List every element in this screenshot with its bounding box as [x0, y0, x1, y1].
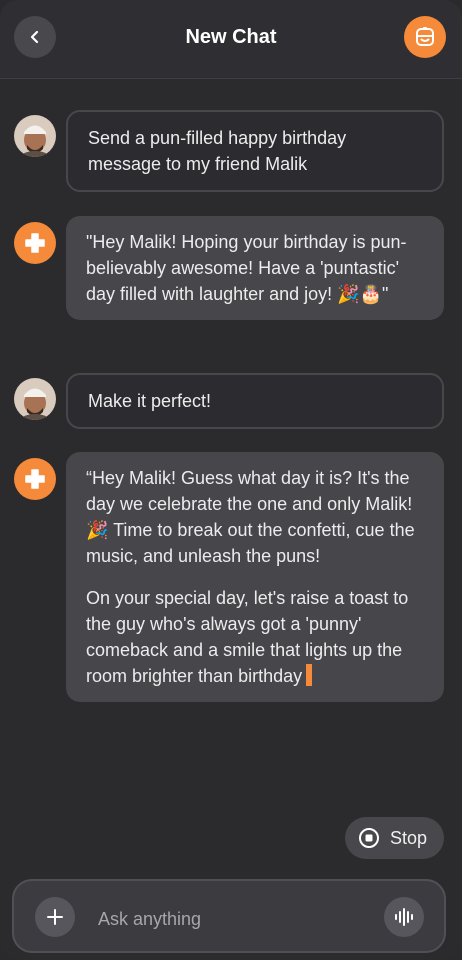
message-text: On your special day, let's raise a toast… [86, 588, 409, 686]
chat-screen: New Chat Send a pun-filled happy birthda… [0, 0, 462, 960]
message-text-streaming: On your special day, let's raise a toast… [86, 585, 424, 689]
stop-generation-button[interactable]: Stop [345, 817, 444, 859]
assistant-message-streaming: “Hey Malik! Guess what day it is? It's t… [66, 452, 444, 702]
add-attachment-button[interactable] [35, 897, 75, 937]
waveform-icon [395, 908, 413, 926]
plus-logo-icon [25, 469, 45, 489]
assistant-avatar [14, 222, 56, 264]
user-avatar [14, 378, 56, 420]
voice-input-button[interactable] [384, 897, 424, 937]
header: New Chat [0, 0, 462, 79]
page-title: New Chat [185, 26, 277, 48]
stop-icon [359, 828, 379, 848]
assistant-message: "Hey Malik! Hoping your birthday is pun-… [66, 216, 444, 320]
user-message: Send a pun-filled happy birthday message… [66, 110, 444, 192]
user-avatar [14, 115, 56, 157]
message-text: “Hey Malik! Guess what day it is? It's t… [86, 468, 415, 566]
bot-profile-button[interactable] [404, 16, 446, 58]
bot-icon [416, 27, 434, 46]
user-message: Make it perfect! [66, 373, 444, 429]
stop-label: Stop [390, 827, 428, 848]
typing-cursor [306, 664, 313, 686]
message-input[interactable] [96, 903, 370, 935]
message-text: Make it perfect! [88, 391, 212, 411]
composer [12, 879, 446, 953]
plus-icon [47, 909, 63, 925]
message-text: "Hey Malik! Hoping your birthday is pun-… [86, 232, 407, 304]
assistant-avatar [14, 458, 56, 500]
plus-logo-icon [25, 233, 45, 253]
message-text: Send a pun-filled happy birthday message… [88, 128, 347, 174]
